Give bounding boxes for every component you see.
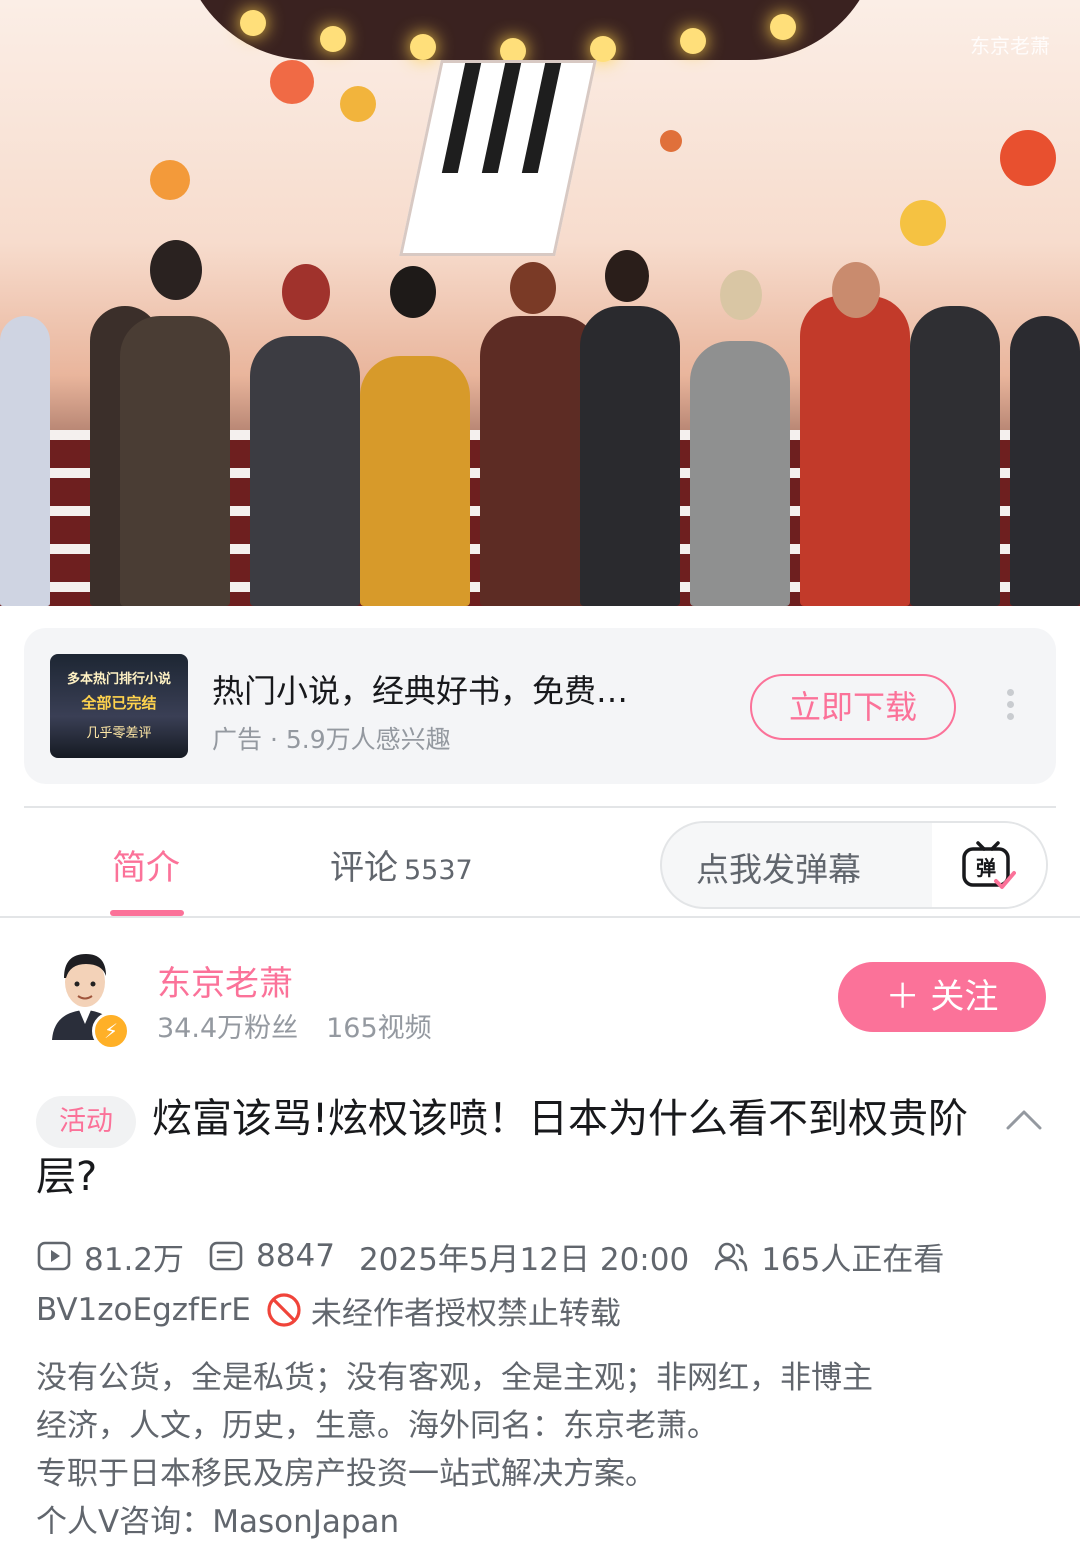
viewers-icon bbox=[714, 1242, 748, 1272]
lightning-verified-icon: ⚡ bbox=[92, 1012, 130, 1050]
tab-comments-label: 评论 bbox=[330, 848, 398, 888]
divider bbox=[24, 806, 1056, 808]
follow-button[interactable]: ＋ 关注 bbox=[838, 962, 1046, 1032]
ad-subtitle: 广告 · 5.9万人感兴趣 bbox=[212, 725, 451, 754]
ad-thumbnail[interactable]: 多本热门排行小说 全部已完结 几乎零差评 bbox=[50, 654, 188, 758]
tab-comments[interactable]: 评论 5537 bbox=[330, 840, 473, 889]
uploader-name[interactable]: 东京老萧 bbox=[157, 956, 293, 1005]
activity-tag[interactable]: 活动 bbox=[36, 1096, 136, 1148]
video-description: 没有公货，全是私货；没有客观，全是主观；非网红，非博主 经济，人文，历史，生意。… bbox=[36, 1354, 1046, 1546]
ad-title[interactable]: 热门小说，经典好书，免费… bbox=[212, 666, 628, 712]
comments-count: 5537 bbox=[404, 855, 473, 886]
danmaku-toggle-icon[interactable]: 弹 bbox=[960, 837, 1016, 893]
uploader-stats: 34.4万粉丝 165视频 bbox=[157, 1006, 432, 1045]
danmaku-toggle[interactable]: 弹 bbox=[932, 823, 1046, 907]
publish-datetime: 2025年5月12日 20:00 bbox=[358, 1241, 690, 1278]
svg-text:弹: 弹 bbox=[976, 856, 996, 880]
play-count-icon bbox=[37, 1241, 71, 1271]
danmaku-count: 8847 bbox=[256, 1238, 335, 1274]
video-watermark: 东京老萧 bbox=[970, 34, 1050, 58]
view-count: 81.2万 bbox=[84, 1241, 185, 1278]
ad-download-button[interactable]: 立即下载 bbox=[750, 674, 956, 740]
bvid[interactable]: BV1zoEgzfErE bbox=[36, 1292, 251, 1328]
divider bbox=[0, 916, 1080, 918]
video-meta-secondary: BV1zoEgzfErE 未经作者授权禁止转载 bbox=[36, 1288, 621, 1332]
repost-notice: 未经作者授权禁止转载 bbox=[310, 1295, 621, 1332]
danmaku-count-icon bbox=[209, 1241, 243, 1271]
more-vertical-icon[interactable] bbox=[1000, 684, 1020, 728]
danmaku-placeholder: 点我发弹幕 bbox=[696, 850, 861, 889]
no-repost-icon bbox=[267, 1293, 301, 1327]
stage-lights bbox=[180, 0, 880, 64]
video-meta: 81.2万 8847 2025年5月12日 20:00 165人正在看 bbox=[36, 1234, 944, 1278]
ad-thumb-line3: 几乎零差评 bbox=[86, 726, 152, 741]
video-title: 炫富该骂!炫权该喷！日本为什么看不到权贵阶层? bbox=[36, 1096, 969, 1200]
description-line: 个人V咨询：MasonJapan bbox=[36, 1504, 400, 1540]
chevron-up-icon[interactable] bbox=[1004, 1104, 1044, 1134]
description-line: 专职于日本移民及房产投资一站式解决方案。 bbox=[36, 1456, 656, 1492]
tab-intro[interactable]: 简介 bbox=[112, 840, 180, 889]
video-player[interactable]: 东京老萧 bbox=[0, 0, 1080, 606]
ad-thumb-line1: 多本热门排行小说 bbox=[66, 672, 171, 687]
ad-card[interactable]: 多本热门排行小说 全部已完结 几乎零差评 热门小说，经典好书，免费… 广告 · … bbox=[24, 628, 1056, 784]
description-line: 没有公货，全是私货；没有客观，全是主观；非网红，非博主 bbox=[36, 1360, 873, 1396]
ad-thumb-line2: 全部已完结 bbox=[81, 694, 157, 712]
uploader-videos: 165视频 bbox=[326, 1013, 432, 1044]
watching-count: 165人正在看 bbox=[761, 1241, 945, 1278]
danmaku-input[interactable]: 点我发弹幕 弹 bbox=[660, 821, 1048, 909]
description-line: 经济，人文，历史，生意。海外同名：东京老萧。 bbox=[36, 1408, 718, 1444]
uploader-fans: 34.4万粉丝 bbox=[157, 1013, 299, 1044]
piano-decoration bbox=[399, 60, 597, 256]
